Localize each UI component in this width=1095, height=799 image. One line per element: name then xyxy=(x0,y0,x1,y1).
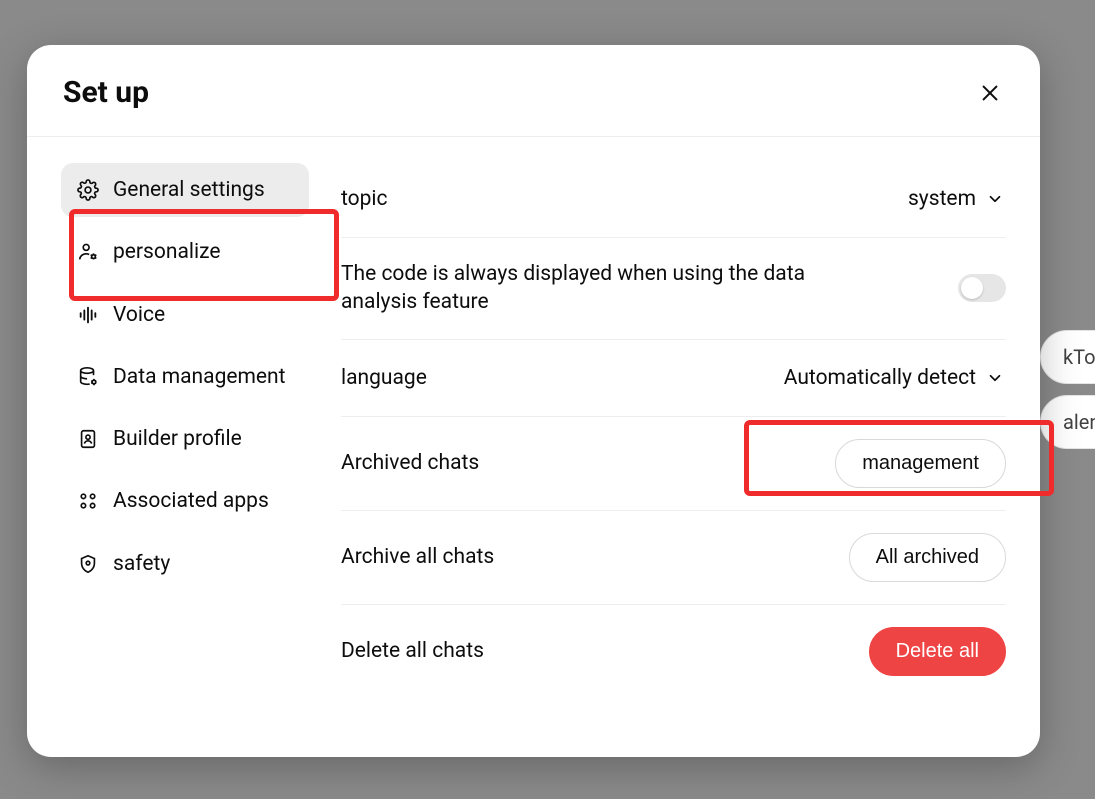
toggle-knob xyxy=(961,277,983,299)
settings-sidebar: General settings personalize Voice Data … xyxy=(27,155,327,747)
modal-header: Set up xyxy=(27,45,1040,137)
shield-icon xyxy=(77,553,99,575)
chevron-down-icon xyxy=(986,369,1004,387)
apps-grid-icon xyxy=(77,490,99,512)
setting-label: Archive all chats xyxy=(341,543,494,571)
select-value: system xyxy=(908,187,976,211)
setting-label: The code is always displayed when using … xyxy=(341,260,861,317)
sidebar-item-personalize[interactable]: personalize xyxy=(61,225,309,279)
sidebar-item-label: Associated apps xyxy=(113,488,269,514)
modal-body: General settings personalize Voice Data … xyxy=(27,137,1040,757)
sidebar-item-label: General settings xyxy=(113,177,265,203)
id-card-icon xyxy=(77,428,99,450)
archive-all-button[interactable]: All archived xyxy=(849,533,1006,582)
delete-all-button[interactable]: Delete all xyxy=(869,627,1006,676)
chevron-down-icon xyxy=(986,190,1004,208)
topic-select[interactable]: system xyxy=(906,183,1006,215)
setting-row-language: language Automatically detect xyxy=(341,340,1006,417)
setting-label: topic xyxy=(341,185,388,213)
setting-label: Delete all chats xyxy=(341,637,484,665)
setting-row-topic: topic system xyxy=(341,161,1006,238)
archived-management-button[interactable]: management xyxy=(835,439,1006,488)
sidebar-item-general-settings[interactable]: General settings xyxy=(61,163,309,217)
language-select[interactable]: Automatically detect xyxy=(782,362,1006,394)
setting-row-delete-all: Delete all chats Delete all xyxy=(341,605,1006,698)
setting-row-code-toggle: The code is always displayed when using … xyxy=(341,238,1006,340)
sound-wave-icon xyxy=(77,304,99,326)
sidebar-item-safety[interactable]: safety xyxy=(61,537,309,591)
setting-row-archive-all: Archive all chats All archived xyxy=(341,511,1006,605)
sidebar-item-voice[interactable]: Voice xyxy=(61,288,309,342)
modal-title: Set up xyxy=(63,75,149,110)
sidebar-item-associated-apps[interactable]: Associated apps xyxy=(61,474,309,528)
sidebar-item-label: Data management xyxy=(113,364,286,390)
sidebar-item-label: Voice xyxy=(113,302,165,328)
sidebar-item-label: Builder profile xyxy=(113,426,242,452)
select-value: Automatically detect xyxy=(784,366,976,390)
gear-icon xyxy=(77,179,99,201)
sidebar-item-data-management[interactable]: Data management xyxy=(61,350,309,404)
close-icon xyxy=(979,82,1001,104)
sidebar-item-label: safety xyxy=(113,551,170,577)
setting-label: language xyxy=(341,364,427,392)
sidebar-item-builder-profile[interactable]: Builder profile xyxy=(61,412,309,466)
close-button[interactable] xyxy=(976,79,1004,107)
settings-modal: Set up General settings personalize xyxy=(27,45,1040,757)
code-display-toggle[interactable] xyxy=(958,274,1006,302)
person-gear-icon xyxy=(77,241,99,263)
setting-label: Archived chats xyxy=(341,449,479,477)
sidebar-item-label: personalize xyxy=(113,239,220,265)
setting-row-archived-chats: Archived chats management xyxy=(341,417,1006,511)
database-icon xyxy=(77,366,99,388)
settings-content: topic system The code is always displaye… xyxy=(327,155,1040,747)
